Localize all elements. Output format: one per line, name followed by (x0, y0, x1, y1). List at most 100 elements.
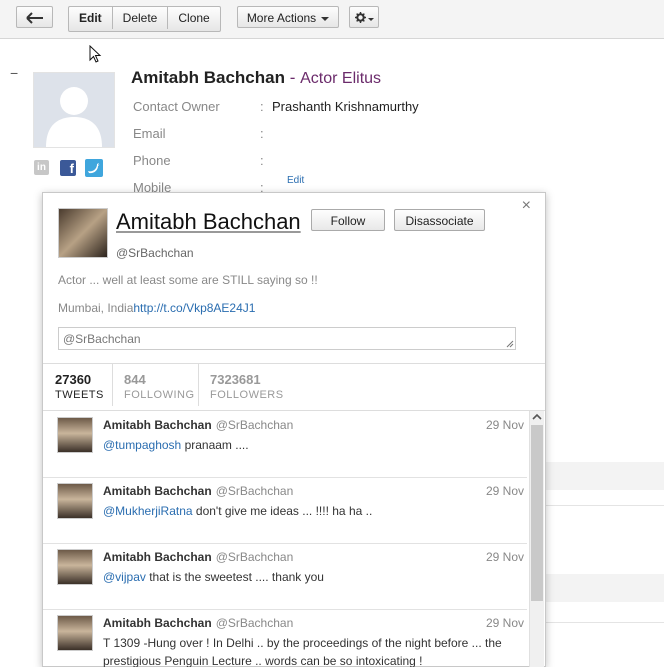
followers-label: FOLLOWERS (210, 389, 284, 401)
twitter-icon[interactable] (85, 159, 103, 177)
mouse-cursor-icon (89, 45, 102, 63)
colon: : (260, 153, 264, 168)
name-separator: - (289, 68, 296, 87)
tweet-author-handle: @SrBachchan (215, 550, 294, 564)
tweet-input-text: @SrBachchan (63, 332, 141, 346)
tweet-text: @MukherjiRatna don't give me ideas ... !… (103, 502, 523, 520)
stat-followers[interactable]: 7323681 FOLLOWERS (210, 372, 284, 401)
twitter-location: Mumbai, India (58, 301, 134, 315)
colon: : (260, 126, 264, 141)
tweet-date: 29 Nov (485, 550, 524, 564)
tweet-body: T 1309 -Hung over ! In Delhi .. by the p… (103, 636, 502, 667)
phone-label: Phone (133, 153, 171, 168)
linkedin-icon[interactable]: in (34, 160, 49, 175)
tweet-item: Amitabh Bachchan @SrBachchan 29 Nov @vijp… (43, 543, 527, 610)
company-name: Actor Elitus (300, 70, 382, 87)
twitter-bio: Actor ... well at least some are STILL s… (58, 273, 318, 287)
stats-divider (43, 363, 545, 364)
arrow-left-icon (25, 12, 43, 24)
contact-owner-value[interactable]: Prashanth Krishnamurthy (272, 99, 419, 114)
twitter-url-link[interactable]: http://t.co/Vkp8AE24J1 (133, 301, 255, 315)
stat-tweets[interactable]: 27360 TWEETS (55, 372, 104, 401)
tweet-date: 29 Nov (485, 484, 524, 498)
tweet-item: Amitabh Bachchan @SrBachchan 29 Nov @Mukh… (43, 477, 527, 544)
tweet-input[interactable]: @SrBachchan (58, 327, 516, 350)
tweet-author: Amitabh Bachchan @SrBachchan (103, 550, 293, 564)
resize-handle-icon[interactable] (506, 340, 514, 348)
tweet-author-name: Amitabh Bachchan (103, 484, 212, 498)
contact-name: Amitabh Bachchan - Actor Elitus (131, 68, 381, 88)
inline-edit-link[interactable]: Edit (287, 175, 304, 186)
scrollbar[interactable] (529, 411, 544, 667)
tweet-avatar (57, 483, 93, 519)
background-divider (544, 622, 664, 623)
delete-button[interactable]: Delete (111, 7, 168, 29)
settings-button[interactable] (349, 6, 379, 28)
chevron-down-icon (321, 16, 330, 21)
tweet-body: that is the sweetest .... thank you (145, 570, 324, 584)
avatar (33, 72, 115, 148)
disassociate-button[interactable]: Disassociate (394, 209, 485, 231)
followers-count: 7323681 (210, 372, 261, 387)
tweet-author-name: Amitabh Bachchan (103, 550, 212, 564)
edit-button[interactable]: Edit (69, 7, 112, 29)
tweet-item: Amitabh Bachchan @SrBachchan 29 Nov T 130… (43, 609, 527, 667)
stat-divider (112, 364, 113, 406)
tweet-author-name: Amitabh Bachchan (103, 418, 212, 432)
background-divider (544, 505, 664, 506)
more-actions-button[interactable]: More Actions (237, 6, 339, 28)
tweet-author: Amitabh Bachchan @SrBachchan (103, 616, 293, 630)
tweet-author-handle: @SrBachchan (215, 418, 294, 432)
contact-owner-label: Contact Owner (133, 99, 220, 114)
tweet-mention-link[interactable]: @vijpav (103, 570, 146, 584)
tweets-count: 27360 (55, 372, 92, 387)
tweets-label: TWEETS (55, 389, 104, 401)
stat-following[interactable]: 844 FOLLOWING (124, 372, 195, 401)
tweet-list[interactable]: Amitabh Bachchan @SrBachchan 29 Nov @tump… (43, 410, 545, 667)
tweet-item: Amitabh Bachchan @SrBachchan 29 Nov @tump… (43, 411, 527, 478)
following-count: 844 (124, 372, 146, 387)
chevron-down-icon (367, 18, 374, 22)
tweet-mention-link[interactable]: @tumpaghosh (103, 438, 181, 452)
tweet-author-name: Amitabh Bachchan (103, 616, 212, 630)
tweet-author-handle: @SrBachchan (215, 484, 294, 498)
tweet-text: @vijpav that is the sweetest .... thank … (103, 568, 523, 586)
follow-button[interactable]: Follow (311, 209, 385, 231)
person-placeholder-icon (46, 87, 102, 147)
contact-full-name: Amitabh Bachchan (131, 68, 285, 87)
twitter-profile-popup: × Amitabh Bachchan Follow Disassociate @… (42, 192, 546, 667)
tweet-text: @tumpaghosh pranaam .... (103, 436, 523, 454)
toolbar: Edit Delete Clone More Actions (0, 0, 664, 63)
scrollbar-thumb[interactable] (531, 425, 543, 601)
tweet-body: pranaam .... (181, 438, 249, 452)
twitter-location-line: Mumbai, Indiahttp://t.co/Vkp8AE24J1 (58, 301, 255, 315)
email-label: Email (133, 126, 166, 141)
twitter-name: Amitabh Bachchan (116, 209, 301, 234)
background-row (544, 462, 664, 490)
stat-divider (198, 364, 199, 406)
tweet-avatar (57, 549, 93, 585)
tweet-mention-link[interactable]: @MukherjiRatna (103, 504, 193, 518)
tweet-text: T 1309 -Hung over ! In Delhi .. by the p… (103, 634, 523, 667)
tweet-author: Amitabh Bachchan @SrBachchan (103, 484, 293, 498)
scroll-up-icon[interactable] (530, 411, 544, 423)
clone-button[interactable]: Clone (167, 7, 219, 29)
tweet-author-handle: @SrBachchan (215, 616, 294, 630)
gear-icon (354, 12, 366, 23)
tweet-body: don't give me ideas ... !!!! ha ha .. (192, 504, 373, 518)
tweet-date: 29 Nov (485, 616, 524, 630)
following-label: FOLLOWING (124, 389, 195, 401)
close-icon[interactable]: × (522, 197, 531, 215)
more-actions-label: More Actions (246, 11, 317, 25)
twitter-handle: @SrBachchan (116, 246, 194, 260)
tweet-avatar (57, 417, 93, 453)
record-actions: Edit Delete Clone (68, 6, 221, 32)
background-row (544, 574, 664, 602)
tweet-author: Amitabh Bachchan @SrBachchan (103, 418, 293, 432)
collapse-toggle[interactable]: − (10, 65, 18, 81)
twitter-avatar (58, 208, 108, 258)
tweet-date: 29 Nov (485, 418, 524, 432)
facebook-icon[interactable]: f (60, 160, 76, 176)
tweet-avatar (57, 615, 93, 651)
back-button[interactable] (16, 6, 53, 28)
